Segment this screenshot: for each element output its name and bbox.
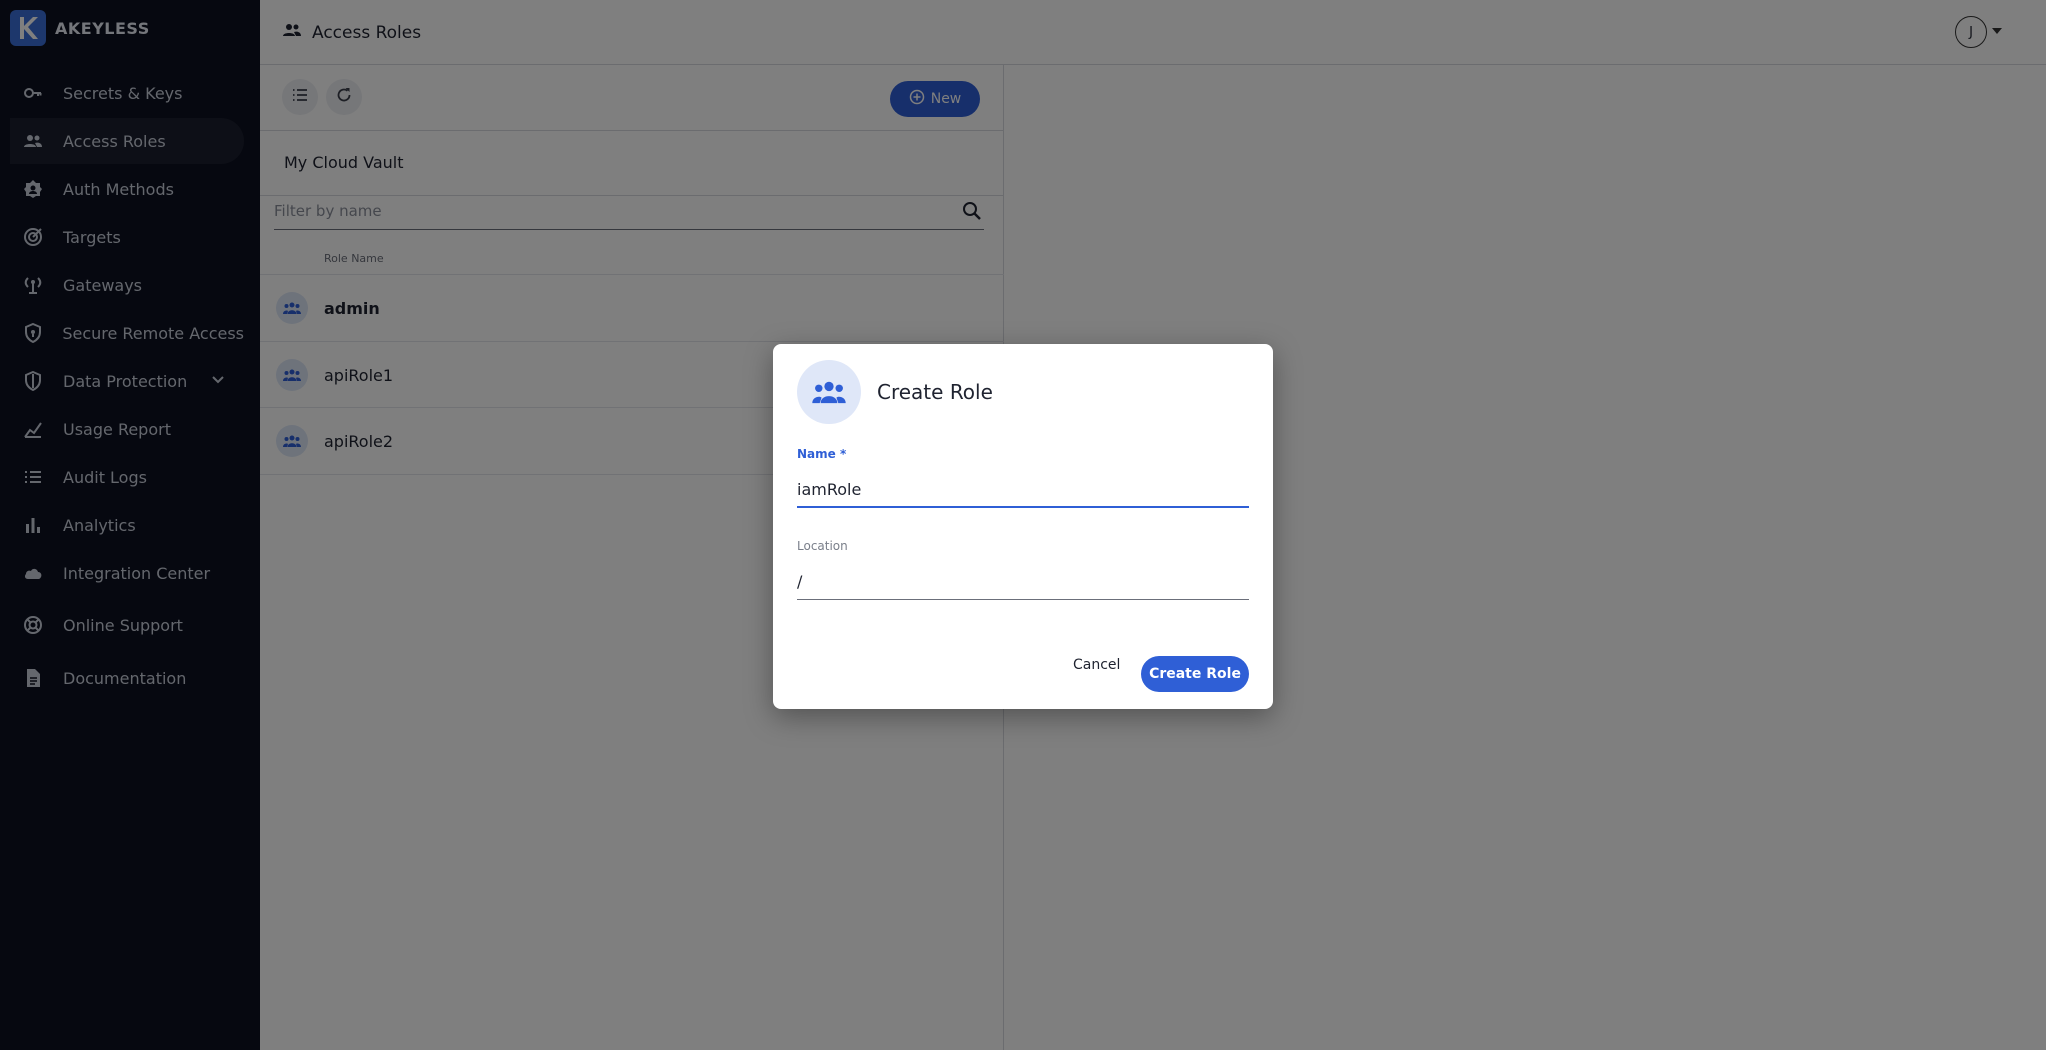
- dialog-title: Create Role: [877, 380, 993, 404]
- name-input[interactable]: iamRole: [797, 478, 1249, 508]
- group-icon: [797, 360, 861, 424]
- location-label: Location: [797, 539, 848, 553]
- name-label: Name *: [797, 447, 847, 461]
- cancel-button[interactable]: Cancel: [1073, 657, 1120, 673]
- location-field: Location /: [797, 539, 1249, 600]
- create-role-dialog: Create Role Name * iamRole Location / Ca…: [773, 344, 1273, 709]
- create-role-button[interactable]: Create Role: [1141, 656, 1249, 692]
- name-field: Name * iamRole: [797, 447, 1249, 508]
- location-input[interactable]: /: [797, 570, 1249, 600]
